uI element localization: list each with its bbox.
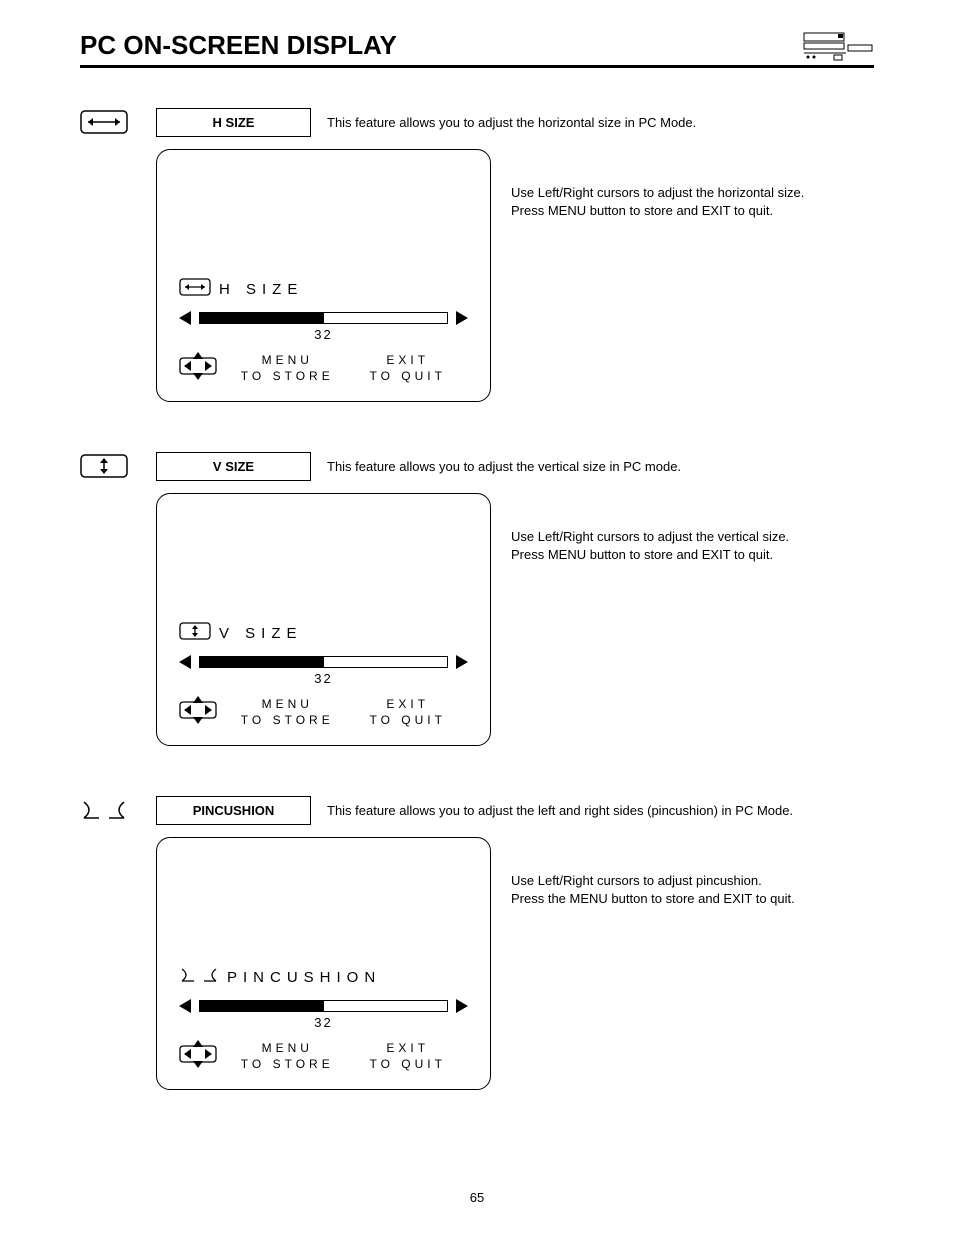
osd-label: PINCUSHION — [227, 969, 381, 986]
dpad-icon — [179, 694, 217, 731]
page-header: PC ON-SCREEN DISPLAY — [80, 30, 874, 68]
section-title: H SIZE — [156, 108, 311, 137]
menu-label: MENU — [227, 697, 348, 713]
to-quit-label: TO QUIT — [348, 1057, 469, 1073]
section-hsize: H SIZE This feature allows you to adjust… — [80, 108, 874, 402]
vsize-icon — [80, 452, 128, 483]
to-quit-label: TO QUIT — [348, 369, 469, 385]
slider-right-arrow — [456, 999, 468, 1013]
osd-preview: H SIZE 32 — [156, 149, 491, 402]
exit-label: EXIT — [348, 353, 469, 369]
to-store-label: TO STORE — [227, 713, 348, 729]
section-summary: This feature allows you to adjust the le… — [327, 803, 793, 818]
osd-preview: PINCUSHION 32 — [156, 837, 491, 1090]
section-summary: This feature allows you to adjust the ho… — [327, 115, 696, 130]
slider-right-arrow — [456, 311, 468, 325]
section-detail: Use Left/Right cursors to adjust pincush… — [511, 872, 795, 908]
section-summary: This feature allows you to adjust the ve… — [327, 459, 681, 474]
vsize-small-icon — [179, 622, 211, 645]
page-title: PC ON-SCREEN DISPLAY — [80, 30, 802, 61]
slider-left-arrow — [179, 311, 191, 325]
to-quit-label: TO QUIT — [348, 713, 469, 729]
section-vsize: V SIZE This feature allows you to adjust… — [80, 452, 874, 746]
osd-preview: V SIZE 32 — [156, 493, 491, 746]
pincushion-icon — [80, 796, 128, 827]
hsize-icon — [80, 108, 128, 139]
osd-label: V SIZE — [219, 625, 303, 642]
section-title: PINCUSHION — [156, 796, 311, 825]
slider-left-arrow — [179, 999, 191, 1013]
osd-label: H SIZE — [219, 281, 303, 298]
page-number: 65 — [0, 1190, 954, 1205]
dpad-icon — [179, 350, 217, 387]
section-detail: Use Left/Right cursors to adjust the hor… — [511, 184, 804, 220]
section-title: V SIZE — [156, 452, 311, 481]
pincushion-small-icon — [179, 966, 219, 989]
menu-label: MENU — [227, 353, 348, 369]
to-store-label: TO STORE — [227, 1057, 348, 1073]
slider-value: 32 — [179, 327, 468, 342]
menu-label: MENU — [227, 1041, 348, 1057]
slider-track — [199, 656, 448, 668]
hsize-small-icon — [179, 278, 211, 301]
section-detail: Use Left/Right cursors to adjust the ver… — [511, 528, 789, 564]
windows-icon — [802, 31, 874, 61]
slider-left-arrow — [179, 655, 191, 669]
exit-label: EXIT — [348, 697, 469, 713]
slider-track — [199, 1000, 448, 1012]
slider-value: 32 — [179, 671, 468, 686]
slider-value: 32 — [179, 1015, 468, 1030]
exit-label: EXIT — [348, 1041, 469, 1057]
section-pincushion: PINCUSHION This feature allows you to ad… — [80, 796, 874, 1090]
slider-track — [199, 312, 448, 324]
slider-right-arrow — [456, 655, 468, 669]
to-store-label: TO STORE — [227, 369, 348, 385]
dpad-icon — [179, 1038, 217, 1075]
